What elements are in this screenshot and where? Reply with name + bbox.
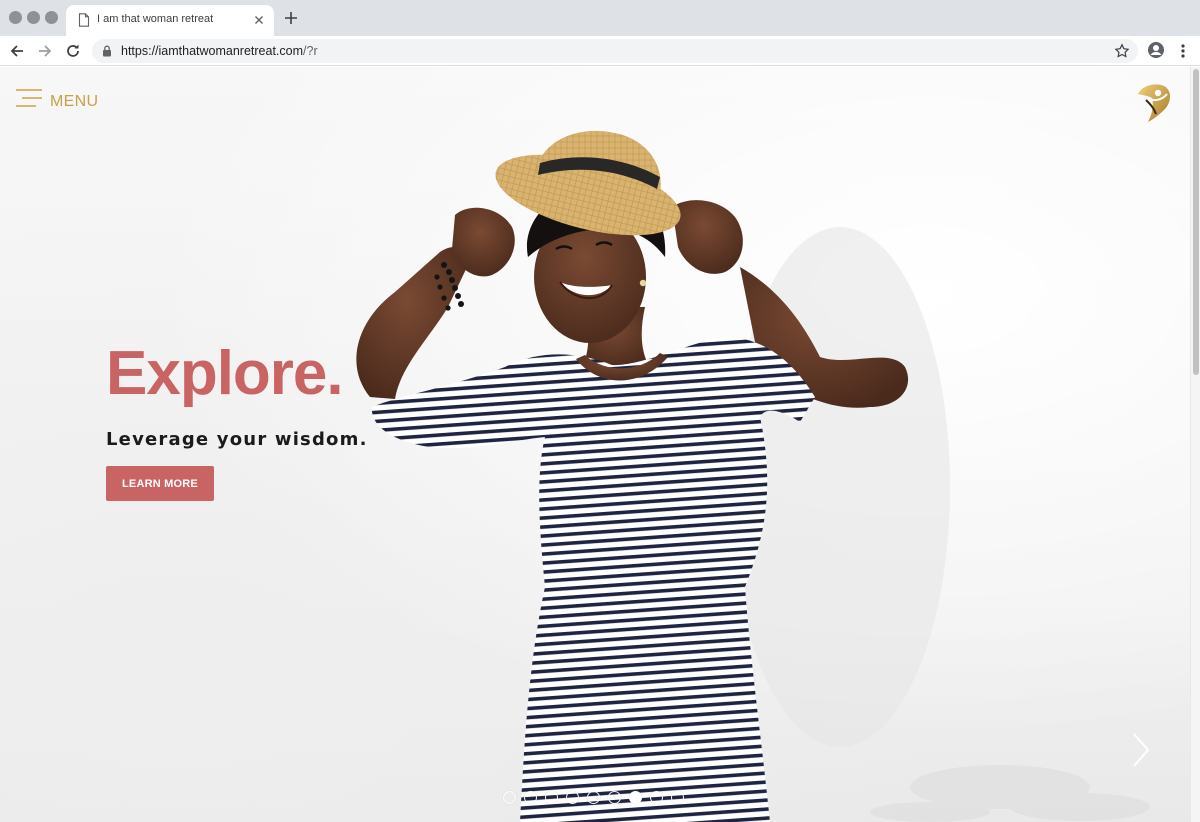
window-minimize-dot[interactable] bbox=[27, 11, 40, 24]
hero-subheadline: Leverage your wisdom. bbox=[106, 429, 368, 450]
window-maximize-dot[interactable] bbox=[45, 11, 58, 24]
new-tab-icon[interactable] bbox=[284, 11, 298, 25]
learn-more-button[interactable]: LEARN MORE bbox=[106, 466, 214, 501]
address-bar[interactable]: https://iamthatwomanretreat.com/?r bbox=[92, 39, 1138, 63]
woman-figure-logo-icon[interactable] bbox=[1134, 80, 1174, 124]
back-arrow-icon[interactable] bbox=[8, 42, 26, 60]
carousel-dot[interactable] bbox=[587, 791, 600, 804]
browser-menu-icon[interactable] bbox=[1176, 42, 1190, 60]
browser-toolbar: https://iamthatwomanretreat.com/?r bbox=[0, 36, 1200, 66]
window-close-dot[interactable] bbox=[9, 11, 22, 24]
tab-title: I am that woman retreat bbox=[97, 13, 214, 25]
url-text[interactable]: https://iamthatwomanretreat.com/?r bbox=[121, 44, 318, 58]
document-icon bbox=[78, 13, 90, 27]
browser-tab[interactable]: I am that woman retreat bbox=[66, 5, 274, 36]
chevron-right-icon[interactable] bbox=[1128, 731, 1154, 769]
hero-headline: Explore. bbox=[106, 339, 344, 408]
profile-avatar-icon[interactable] bbox=[1147, 41, 1165, 59]
page-scrollbar[interactable] bbox=[1190, 67, 1200, 822]
menu-toggle[interactable]: MENU bbox=[16, 85, 98, 111]
scrollbar-thumb[interactable] bbox=[1193, 69, 1199, 375]
carousel-dot[interactable] bbox=[524, 791, 537, 804]
close-tab-icon[interactable] bbox=[252, 13, 266, 27]
forward-arrow-icon[interactable] bbox=[36, 42, 54, 60]
carousel-dot[interactable] bbox=[545, 791, 558, 804]
hamburger-icon bbox=[16, 89, 42, 107]
menu-label: MENU bbox=[50, 93, 99, 110]
lock-icon bbox=[103, 45, 111, 57]
reload-icon[interactable] bbox=[64, 42, 82, 60]
carousel-dot[interactable] bbox=[503, 791, 516, 804]
page-viewport: MENU Explore. Leverage your wisdom. LEAR… bbox=[0, 67, 1200, 822]
browser-titlebar: I am that woman retreat bbox=[0, 0, 1200, 36]
url-host: https://iamthatwomanretreat.com bbox=[121, 44, 304, 58]
bookmark-star-icon[interactable] bbox=[1114, 43, 1130, 59]
carousel-dot[interactable] bbox=[671, 791, 684, 804]
carousel-dot[interactable] bbox=[566, 791, 579, 804]
carousel-dot[interactable] bbox=[629, 791, 642, 804]
carousel-dots bbox=[503, 791, 684, 805]
carousel-dot[interactable] bbox=[608, 791, 621, 804]
url-path: /?r bbox=[303, 44, 318, 58]
carousel-dot[interactable] bbox=[650, 791, 663, 804]
